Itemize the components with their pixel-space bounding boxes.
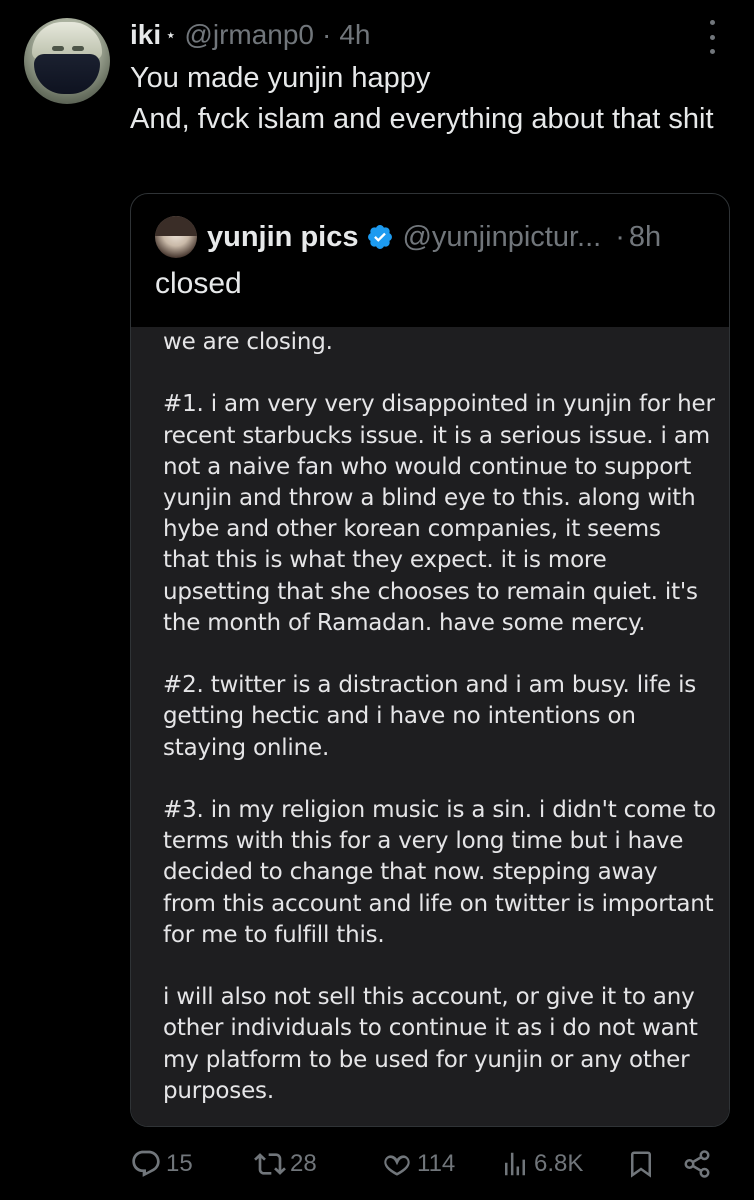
author-handle[interactable]: @jrmanp0: [184, 19, 314, 51]
quoted-tweet[interactable]: yunjin pics @yunjinpictur... · 8h closed…: [130, 193, 730, 1127]
quoted-author-avatar: [155, 216, 197, 258]
tweet-actions: 15 28 114 6.8K: [130, 1145, 730, 1183]
tweet-text-line: You made yunjin happy: [130, 62, 431, 94]
tweet-text-line: And, fvck islam and everything about tha…: [130, 103, 714, 135]
more-icon[interactable]: [700, 20, 724, 54]
image-paragraph: i will also not sell this account, or gi…: [163, 984, 698, 1104]
tweet-text: You made yunjin happy And, fvck islam an…: [130, 58, 740, 140]
reply-icon: [130, 1148, 162, 1180]
repost-button[interactable]: 28: [254, 1145, 317, 1183]
reply-count: 15: [166, 1150, 193, 1177]
tweet-header: iki ⋆ @jrmanp0 · 4h: [130, 16, 371, 54]
image-paragraph: #2. twitter is a distraction and i am bu…: [163, 672, 697, 761]
separator-dot: ·: [615, 220, 625, 253]
author-display-name[interactable]: iki: [130, 19, 161, 51]
repost-icon: [254, 1148, 286, 1180]
tweet-timestamp[interactable]: 4h: [339, 19, 370, 51]
like-count: 114: [417, 1150, 456, 1177]
heart-icon: [381, 1148, 413, 1180]
image-paragraph: we are closing.: [163, 329, 333, 355]
bookmark-icon: [626, 1148, 656, 1180]
quoted-author-display-name: yunjin pics: [207, 220, 359, 253]
repost-count: 28: [290, 1150, 317, 1177]
quoted-tweet-image[interactable]: we are closing. #1. i am very very disap…: [131, 327, 729, 1126]
bookmark-button[interactable]: [626, 1145, 656, 1183]
image-paragraph: #1. i am very very disappointed in yunji…: [163, 391, 715, 636]
tweet[interactable]: iki ⋆ @jrmanp0 · 4h You made yunjin happ…: [0, 0, 754, 1200]
reply-button[interactable]: 15: [130, 1145, 193, 1183]
verified-badge-icon: [366, 223, 394, 251]
quoted-tweet-text: closed: [155, 267, 242, 300]
share-icon: [682, 1148, 712, 1180]
quoted-author-handle: @yunjinpictur...: [402, 220, 602, 253]
views-count: 6.8K: [534, 1150, 584, 1177]
views-button[interactable]: 6.8K: [500, 1145, 583, 1183]
author-avatar[interactable]: [24, 18, 110, 104]
separator-dot: ·: [322, 19, 332, 50]
name-badge: ⋆: [165, 24, 177, 45]
views-icon: [500, 1148, 530, 1180]
image-paragraph: #3. in my religion music is a sin. i did…: [163, 797, 716, 948]
image-notes-text: we are closing. #1. i am very very disap…: [163, 327, 723, 1107]
quoted-tweet-timestamp: 8h: [628, 220, 662, 253]
quoted-tweet-header: yunjin pics @yunjinpictur... · 8h: [155, 216, 661, 258]
like-button[interactable]: 114: [381, 1145, 455, 1183]
share-button[interactable]: [682, 1145, 712, 1183]
